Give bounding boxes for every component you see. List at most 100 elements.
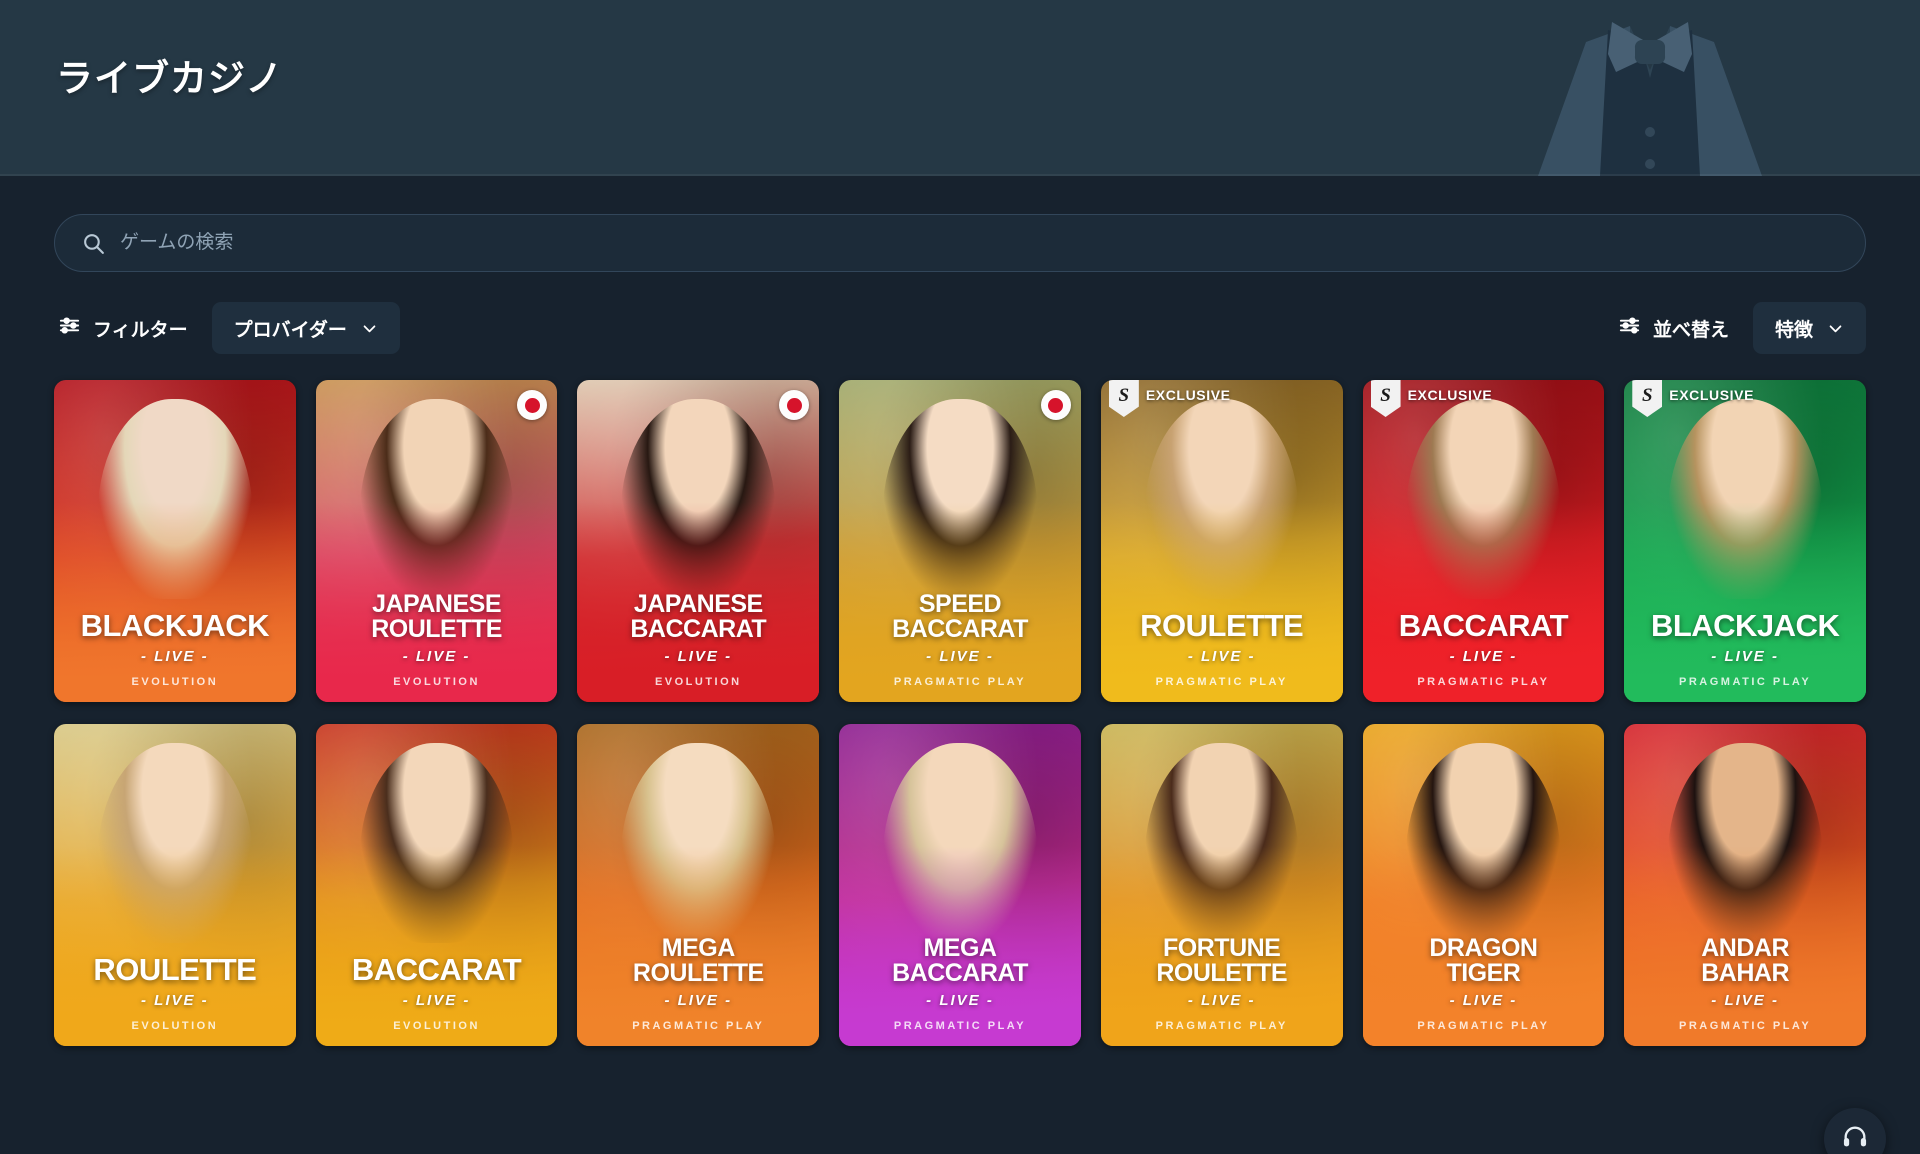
game-title: ROULETTE xyxy=(93,951,257,987)
game-live-label: - LIVE - xyxy=(926,648,994,665)
game-provider-label: EVOLUTION xyxy=(393,676,480,688)
game-provider-label: PRAGMATIC PLAY xyxy=(1155,1020,1288,1032)
game-card-text: FORTUNE ROULETTE - LIVE - PRAGMATIC PLAY xyxy=(1101,934,1343,1033)
game-title: BLACKJACK xyxy=(1650,607,1840,643)
game-title: FORTUNE ROULETTE xyxy=(1156,934,1288,987)
japan-flag-badge xyxy=(1040,390,1071,420)
shield-s-icon: S xyxy=(1370,380,1401,417)
game-title: MEGA ROULETTE xyxy=(632,934,764,987)
game-live-label: - LIVE - xyxy=(141,992,209,1009)
shield-s-icon: S xyxy=(1108,380,1139,417)
game-card-text: BLACKJACK - LIVE - PRAGMATIC PLAY xyxy=(1624,607,1866,688)
game-title: JAPANESE ROULETTE xyxy=(371,590,502,643)
game-title: MEGA BACCARAT xyxy=(892,934,1028,987)
game-live-label: - LIVE - xyxy=(926,992,994,1009)
game-provider-label: EVOLUTION xyxy=(131,1020,219,1032)
game-card[interactable]: ANDAR BAHAR - LIVE - PRAGMATIC PLAY xyxy=(1624,724,1866,1046)
game-live-label: - LIVE - xyxy=(1711,648,1779,665)
game-card-text: MEGA ROULETTE - LIVE - PRAGMATIC PLAY xyxy=(577,934,819,1033)
game-provider-label: PRAGMATIC PLAY xyxy=(1155,676,1288,688)
game-live-label: - LIVE - xyxy=(664,992,733,1009)
filter-toolbar-right: 並べ替え 特徴 xyxy=(1614,302,1866,354)
game-grid: BLACKJACK - LIVE - EVOLUTION JAPANESE ROULET… xyxy=(54,380,1866,1046)
provider-dropdown-label: プロバイダー xyxy=(233,319,347,341)
sort-icon xyxy=(1618,314,1641,343)
game-live-label: - LIVE - xyxy=(1187,992,1256,1009)
sort-button[interactable]: 並べ替え xyxy=(1614,308,1733,349)
game-provider-label: PRAGMATIC PLAY xyxy=(1417,1020,1550,1032)
sliders-icon xyxy=(58,314,81,343)
exclusive-badge: S EXCLUSIVE xyxy=(1632,380,1754,417)
exclusive-badge-label: EXCLUSIVE xyxy=(1407,387,1493,403)
feature-dropdown-label: 特徴 xyxy=(1774,319,1813,341)
game-title: BACCARAT xyxy=(1398,607,1569,643)
game-live-label: - LIVE - xyxy=(1711,992,1779,1009)
game-card-text: BACCARAT - LIVE - PRAGMATIC PLAY xyxy=(1363,607,1605,688)
game-live-label: - LIVE - xyxy=(141,648,209,665)
shield-s-icon: S xyxy=(1632,380,1663,417)
header-divider xyxy=(0,174,1920,176)
game-card-text: JAPANESE BACCARAT - LIVE - EVOLUTION xyxy=(577,590,819,689)
search-row xyxy=(54,214,1866,272)
chevron-down-icon xyxy=(361,320,378,337)
filter-button-label: フィルター xyxy=(93,319,188,341)
filter-toolbar-left: フィルター プロバイダー xyxy=(54,302,400,354)
game-card[interactable]: BLACKJACK - LIVE - EVOLUTION xyxy=(54,380,296,702)
game-title: DRAGON TIGER xyxy=(1429,934,1538,987)
game-card[interactable]: FORTUNE ROULETTE - LIVE - PRAGMATIC PLAY xyxy=(1100,724,1343,1046)
game-card-text: BACCARAT - LIVE - EVOLUTION xyxy=(316,951,558,1032)
game-card-text: MEGA BACCARAT - LIVE - PRAGMATIC PLAY xyxy=(839,934,1081,1033)
chevron-down-icon xyxy=(1827,320,1844,337)
game-card-text: ANDAR BAHAR - LIVE - PRAGMATIC PLAY xyxy=(1624,934,1866,1033)
game-card[interactable]: MEGA BACCARAT - LIVE - PRAGMATIC PLAY xyxy=(839,724,1081,1046)
game-card[interactable]: MEGA ROULETTE - LIVE - PRAGMATIC PLAY xyxy=(577,724,820,1046)
headset-icon xyxy=(1841,1123,1869,1154)
filter-toolbar: フィルター プロバイダー 並べ替え 特徴 xyxy=(54,302,1866,354)
game-provider-label: EVOLUTION xyxy=(131,676,219,688)
game-provider-label: EVOLUTION xyxy=(393,1020,480,1032)
game-live-label: - LIVE - xyxy=(402,648,471,665)
tuxedo-illustration xyxy=(1490,0,1810,176)
search-bar[interactable] xyxy=(54,214,1866,272)
game-card-text: DRAGON TIGER - LIVE - PRAGMATIC PLAY xyxy=(1363,934,1605,1033)
provider-dropdown[interactable]: プロバイダー xyxy=(211,302,400,354)
feature-dropdown[interactable]: 特徴 xyxy=(1752,302,1866,354)
exclusive-badge-label: EXCLUSIVE xyxy=(1669,387,1755,403)
main-content: フィルター プロバイダー xyxy=(0,214,1920,1154)
game-live-label: - LIVE - xyxy=(1449,648,1518,665)
page-title: ライブカジノ xyxy=(56,58,284,99)
game-card[interactable]: JAPANESE BACCARAT - LIVE - EVOLUTION xyxy=(577,380,820,702)
game-card[interactable]: ROULETTE - LIVE - EVOLUTION xyxy=(54,724,296,1046)
game-provider-label: PRAGMATIC PLAY xyxy=(893,1020,1027,1032)
game-card[interactable]: SPEED BACCARAT - LIVE - PRAGMATIC PLAY xyxy=(839,380,1081,702)
game-card[interactable]: S EXCLUSIVE BLACKJACK - LIVE - PRAGMATIC PLA… xyxy=(1624,380,1866,702)
page-header: ライブカジノ xyxy=(0,0,1920,176)
game-provider-label: PRAGMATIC PLAY xyxy=(1679,1020,1812,1032)
support-button[interactable] xyxy=(1824,1108,1886,1154)
game-card[interactable]: BACCARAT - LIVE - EVOLUTION xyxy=(315,724,558,1046)
exclusive-badge: S EXCLUSIVE xyxy=(1370,380,1493,417)
filter-button[interactable]: フィルター xyxy=(54,308,192,349)
exclusive-badge: S EXCLUSIVE xyxy=(1108,380,1231,417)
game-card[interactable]: JAPANESE ROULETTE - LIVE - EVOLUTION xyxy=(315,380,558,702)
game-card[interactable]: S EXCLUSIVE ROULETTE - LIVE - PRAGMATIC PLAY xyxy=(1100,380,1343,702)
game-title: SPEED BACCARAT xyxy=(892,590,1028,643)
game-card-text: JAPANESE ROULETTE - LIVE - EVOLUTION xyxy=(316,590,558,689)
japan-flag-badge xyxy=(779,390,810,420)
search-icon xyxy=(81,231,106,256)
game-card-text: SPEED BACCARAT - LIVE - PRAGMATIC PLAY xyxy=(839,590,1081,689)
exclusive-badge-label: EXCLUSIVE xyxy=(1145,387,1231,403)
game-card-text: ROULETTE - LIVE - PRAGMATIC PLAY xyxy=(1101,609,1343,688)
game-live-label: - LIVE - xyxy=(1187,648,1256,665)
game-title: BACCARAT xyxy=(351,951,522,987)
game-card[interactable]: S EXCLUSIVE BACCARAT - LIVE - PRAGMATIC PLAY xyxy=(1362,380,1605,702)
search-input[interactable] xyxy=(120,232,1839,254)
game-title: JAPANESE BACCARAT xyxy=(630,590,767,643)
game-title: ANDAR BAHAR xyxy=(1701,934,1790,987)
game-card-text: ROULETTE - LIVE - EVOLUTION xyxy=(54,951,296,1032)
game-provider-label: PRAGMATIC PLAY xyxy=(1679,676,1812,688)
game-card[interactable]: DRAGON TIGER - LIVE - PRAGMATIC PLAY xyxy=(1362,724,1605,1046)
game-title: BLACKJACK xyxy=(80,607,270,643)
game-provider-label: PRAGMATIC PLAY xyxy=(893,676,1027,688)
game-live-label: - LIVE - xyxy=(1449,992,1518,1009)
